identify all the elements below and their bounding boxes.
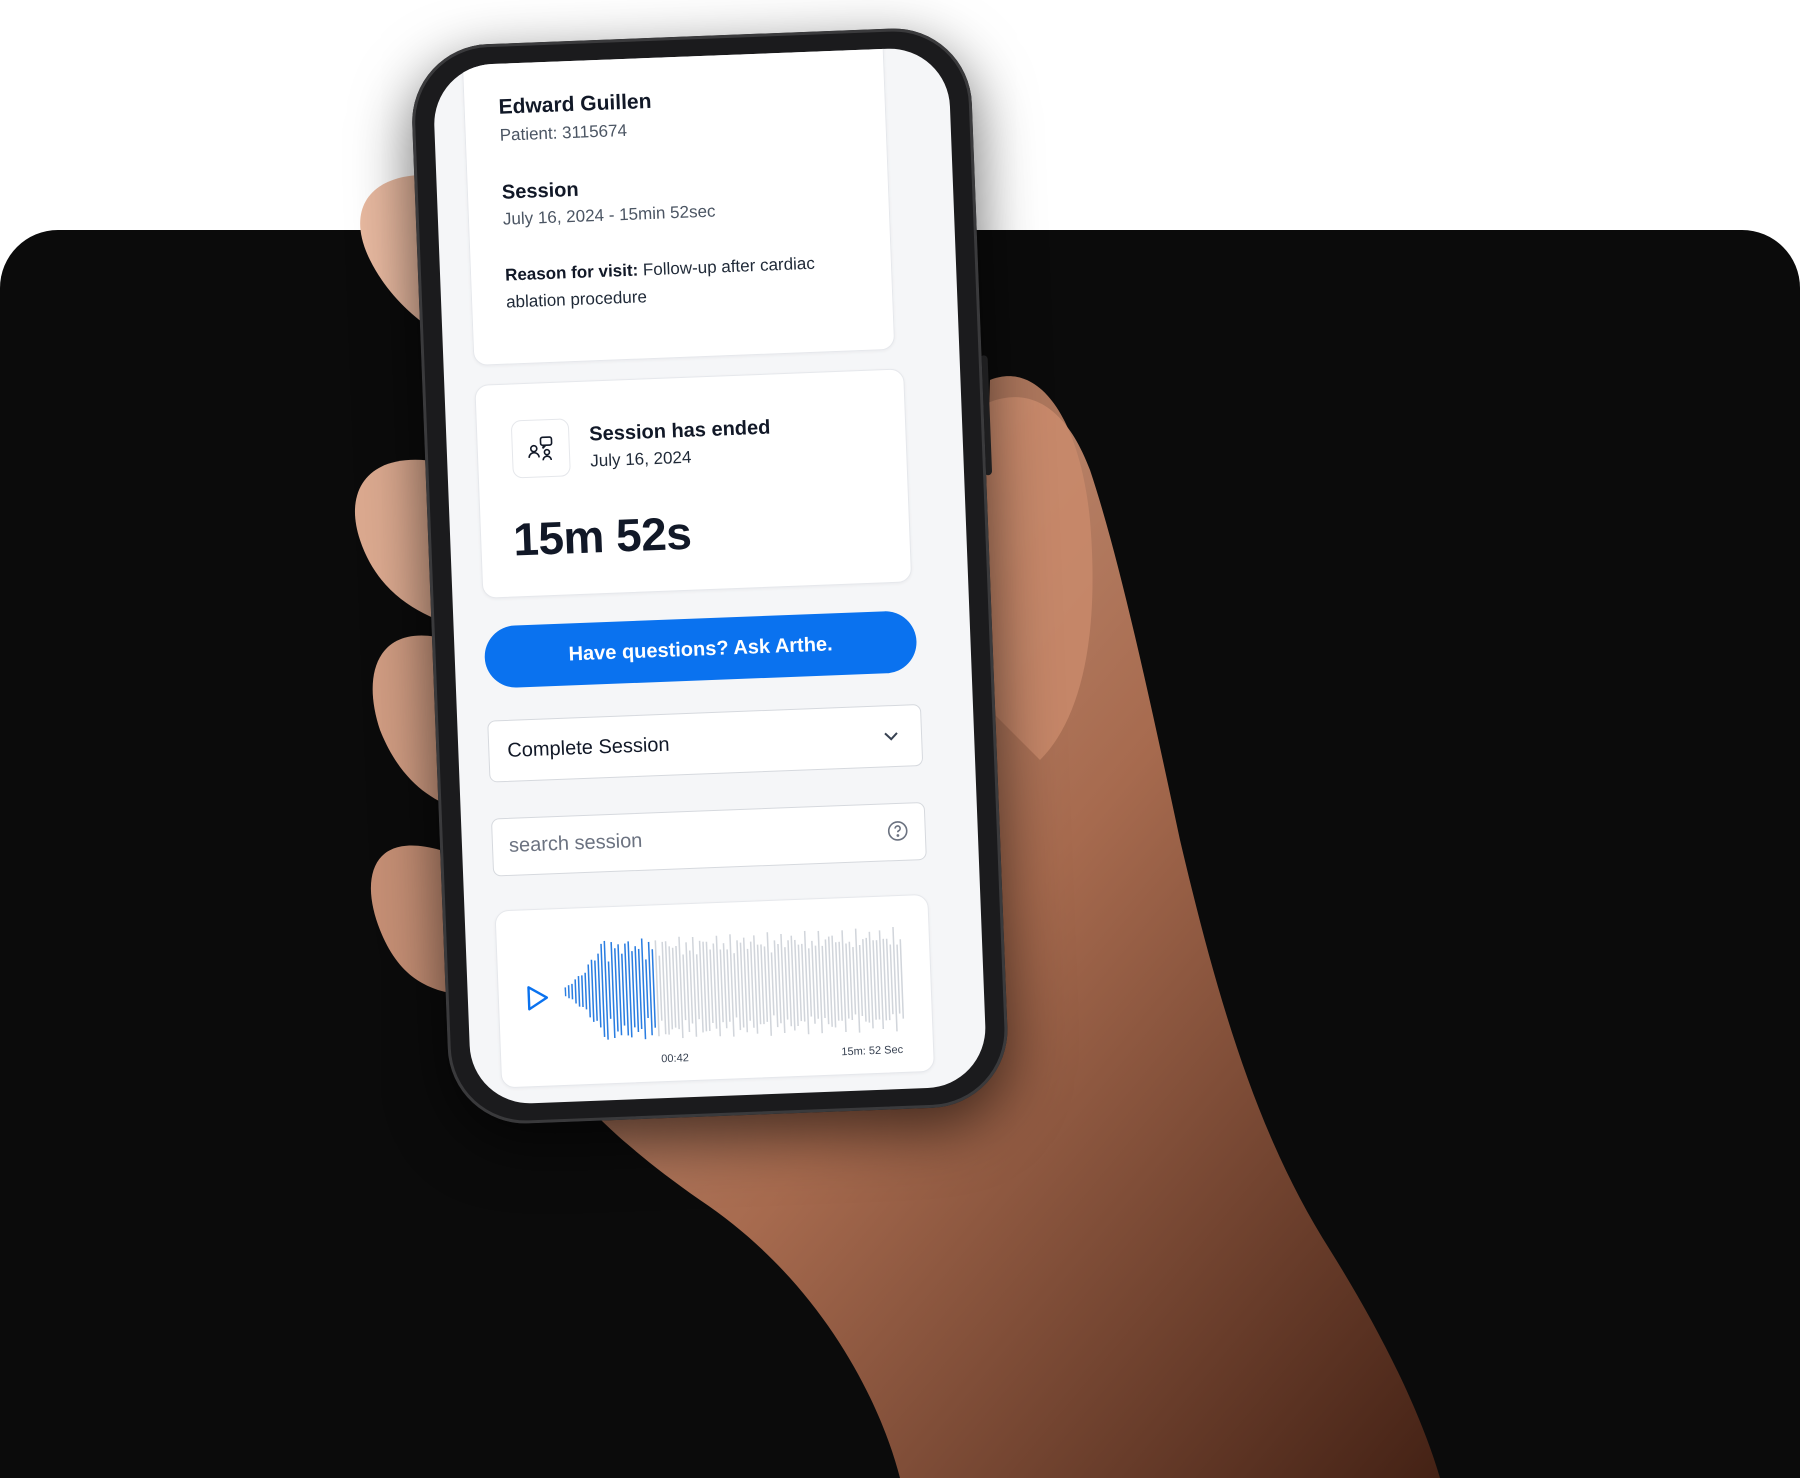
waveform-bar [784, 947, 789, 1020]
session-select[interactable]: Complete Session [487, 703, 924, 783]
phone-mockup: Edward Guillen Patient: 3115674 Session … [409, 25, 1011, 1137]
playback-current-time: 00:42 [661, 1052, 690, 1066]
chevron-down-icon [884, 732, 898, 741]
status-date: July 16, 2024 [589, 447, 692, 471]
session-heading: Session [501, 178, 580, 204]
waveform-bar [574, 979, 577, 1004]
waveform-bar [584, 972, 588, 1010]
waveform-bar [590, 959, 595, 1022]
waveform-bar [709, 949, 714, 1024]
waveform-bar [746, 948, 752, 1021]
waveform-bar [594, 960, 598, 1021]
ask-arthe-button[interactable]: Have questions? Ask Arthe. [483, 610, 918, 689]
waveform-bar [800, 943, 806, 1022]
waveform-bar [896, 944, 901, 1014]
people-chat-icon [528, 436, 553, 461]
waveform-bar [889, 944, 894, 1015]
play-icon[interactable] [524, 983, 551, 1012]
audio-player-card: 00:42 15m: 52 Sec [494, 893, 936, 1089]
waveform-bar [797, 944, 803, 1022]
waveform-bar [688, 950, 694, 1024]
patient-id: Patient: 3115674 [499, 120, 628, 145]
search-field [490, 801, 927, 877]
search-input[interactable] [491, 804, 896, 874]
waveform-bar [726, 949, 731, 1022]
reason-label: Reason for visit: [504, 260, 639, 285]
waveform-bar [733, 953, 738, 1018]
playback-total-time: 15m: 52 Sec [841, 1043, 904, 1059]
reason-for-visit: Reason for visit: Follow-up after cardia… [505, 248, 867, 316]
waveform-bar [892, 926, 898, 1032]
waveform-bar [858, 944, 864, 1017]
waveform-bar [845, 943, 850, 1019]
patient-name: Edward Guillen [498, 89, 652, 119]
waveform-bar [821, 945, 826, 1019]
waveform-bar [607, 961, 612, 1019]
status-icon-box [510, 418, 571, 479]
waveform-bar [719, 949, 724, 1023]
waveform-bar [807, 948, 813, 1017]
phone-screen: Edward Guillen Patient: 3115674 Session … [432, 46, 988, 1106]
waveform-bar [564, 987, 567, 997]
status-title: Session has ended [588, 416, 771, 446]
waveform-bar [852, 947, 857, 1015]
audio-waveform[interactable] [563, 924, 907, 1047]
waveform-bar [645, 959, 649, 1019]
waveform-bar [814, 945, 820, 1019]
waveform-bar [597, 953, 602, 1028]
waveform-bar [854, 928, 861, 1033]
session-select-value: Complete Session [506, 733, 670, 762]
session-status-card: Session has ended July 16, 2024 15m 52s [474, 368, 913, 599]
waveform-bar [577, 976, 581, 1007]
waveform-bar [631, 951, 636, 1028]
waveform-bar [587, 964, 591, 1018]
patient-info-card: Edward Guillen Patient: 3115674 Session … [461, 46, 896, 366]
session-meta: July 16, 2024 - 15min 52sec [502, 201, 716, 229]
waveform-bar [682, 954, 687, 1021]
waveform-bar [658, 955, 663, 1021]
waveform-bar [763, 946, 769, 1022]
session-duration: 15m 52s [512, 506, 693, 566]
waveform-bar [621, 953, 626, 1026]
waveform-bar [770, 952, 775, 1016]
waveform-bar [695, 954, 700, 1020]
waveform-bar [581, 975, 584, 1008]
help-icon[interactable] [886, 820, 909, 843]
waveform-bar [567, 985, 570, 999]
waveform-bar [571, 983, 574, 1000]
